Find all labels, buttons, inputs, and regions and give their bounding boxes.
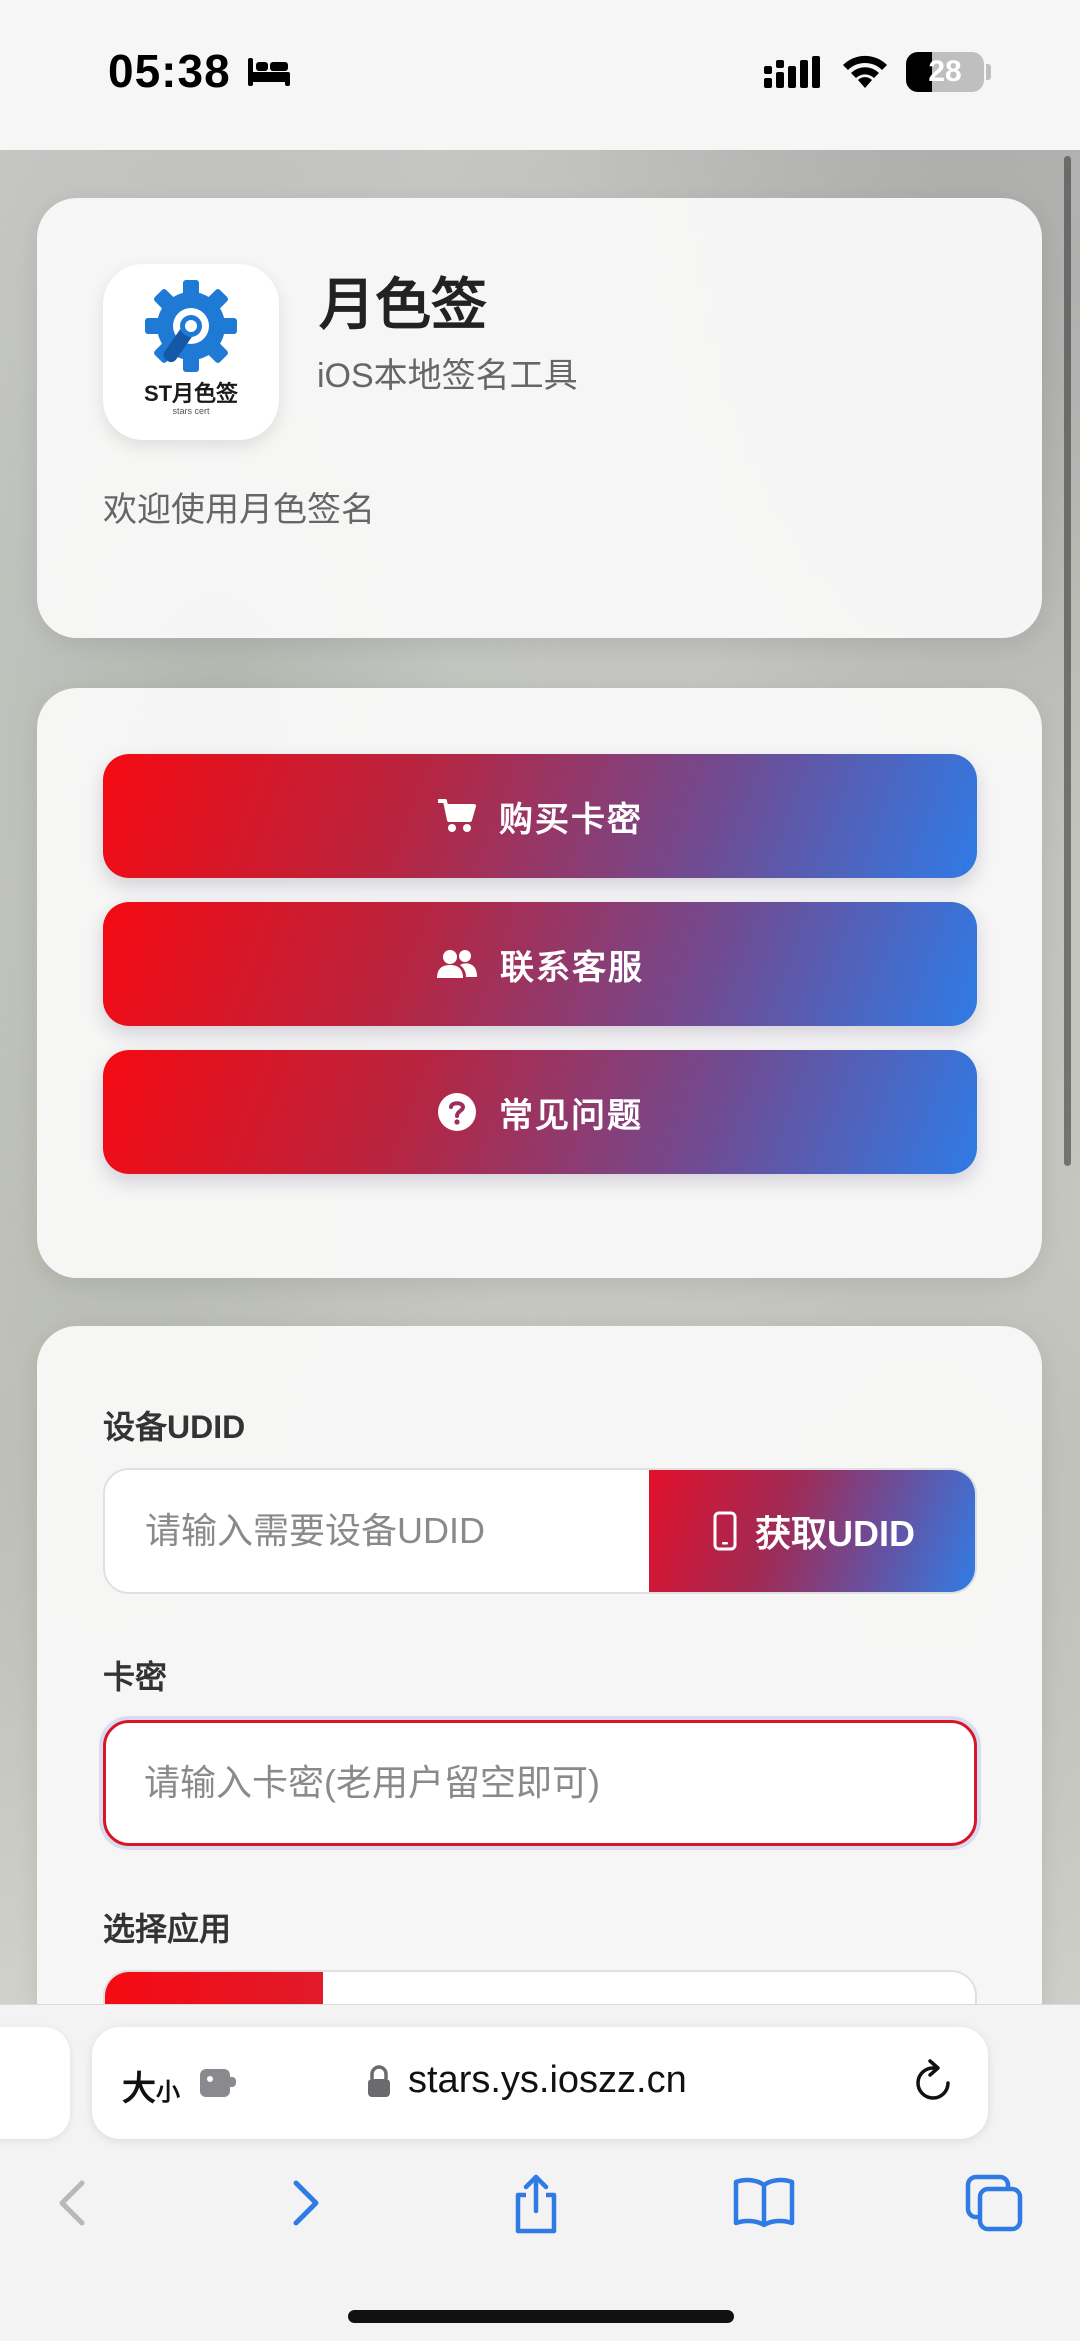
select-app-label: 选择应用 (103, 1911, 232, 1947)
page-title: 月色签 (319, 273, 487, 336)
page-settings-button[interactable]: 大小 (122, 2061, 180, 2110)
users-icon (436, 948, 478, 980)
logo-subtext: stars cert (172, 406, 210, 416)
header-card: ST月色签 stars cert 月色签 iOS本地签名工具 欢迎使用月色签名 (37, 198, 1042, 638)
get-udid-button[interactable]: 获取UDID (649, 1470, 975, 1592)
browser-toolbar: 大小 stars.ys.ioszz.cn (0, 2004, 1080, 2341)
battery-icon: 28 (906, 52, 984, 92)
card-key-input[interactable] (103, 1720, 977, 1846)
share-icon[interactable] (508, 2173, 564, 2240)
home-indicator (348, 2310, 734, 2323)
bookmarks-icon[interactable] (732, 2173, 796, 2234)
bed-icon (246, 56, 292, 93)
address-bar[interactable]: 大小 stars.ys.ioszz.cn (92, 2027, 988, 2139)
aa-small: 小 (156, 2079, 180, 2106)
page-subtitle: iOS本地签名工具 (317, 357, 578, 395)
lock-icon (366, 2065, 392, 2104)
previous-tab-pill[interactable] (0, 2027, 70, 2139)
logo-text: ST月色签 (143, 381, 239, 406)
udid-input-group: 获取UDID (103, 1468, 977, 1594)
back-icon[interactable] (52, 2173, 92, 2238)
status-bar: 05:38 28 (0, 0, 1080, 150)
battery-tip (986, 64, 991, 80)
status-time: 05:38 (108, 45, 231, 97)
card-key-label: 卡密 (103, 1659, 168, 1695)
actions-card: 购买卡密 联系客服 常见问题 (37, 688, 1042, 1278)
question-circle-icon (437, 1092, 477, 1132)
phone-icon (713, 1511, 737, 1551)
app-logo: ST月色签 stars cert (103, 264, 279, 440)
reload-icon[interactable] (912, 2057, 956, 2110)
signal-icon (764, 56, 822, 95)
faq-label: 常见问题 (499, 1096, 643, 1135)
contact-support-label: 联系客服 (500, 948, 644, 987)
buy-card-key-label: 购买卡密 (499, 800, 643, 839)
forward-icon[interactable] (286, 2173, 326, 2238)
scrollbar[interactable] (1064, 156, 1071, 1166)
welcome-text: 欢迎使用月色签名 (103, 491, 375, 529)
form-card: 设备UDID 获取UDID 卡密 选择应用 (37, 1326, 1042, 2086)
udid-input[interactable] (105, 1470, 649, 1592)
udid-label: 设备UDID (103, 1409, 246, 1445)
wifi-icon (840, 52, 890, 95)
extension-icon[interactable] (198, 2065, 240, 2104)
tabs-icon[interactable] (964, 2173, 1026, 2238)
faq-button[interactable]: 常见问题 (103, 1050, 977, 1174)
contact-support-button[interactable]: 联系客服 (103, 902, 977, 1026)
cart-icon (437, 798, 477, 834)
battery-level: 28 (928, 55, 962, 88)
url-text[interactable]: stars.ys.ioszz.cn (408, 2059, 687, 2102)
card-key-focus-ring (99, 1716, 981, 1850)
get-udid-label: 获取UDID (755, 1513, 915, 1554)
aa-large: 大 (122, 2070, 156, 2108)
buy-card-key-button[interactable]: 购买卡密 (103, 754, 977, 878)
